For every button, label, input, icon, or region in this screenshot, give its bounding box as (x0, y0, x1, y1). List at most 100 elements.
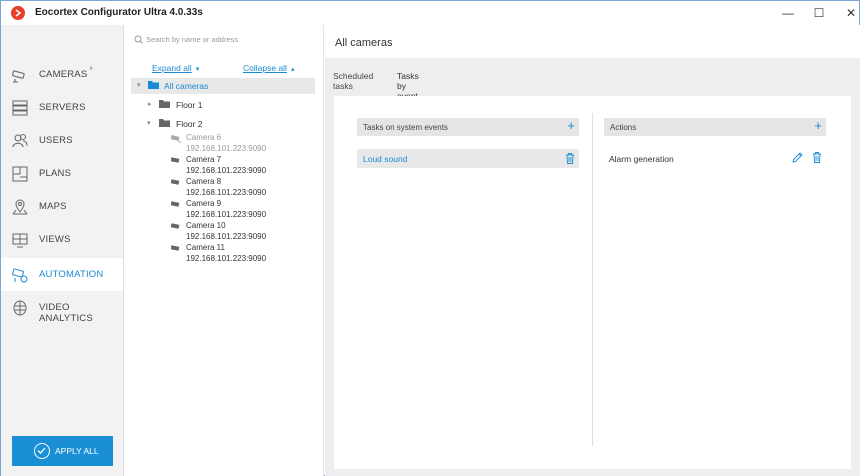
sidebar-item-label: VIDEO ANALYTICS (39, 302, 93, 324)
actions-panel-title: Actions (610, 123, 637, 132)
title-bar: Eocortex Configurator Ultra 4.0.33s — ☐ … (1, 1, 859, 25)
trash-icon[interactable] (565, 153, 575, 164)
camera-tree-panel: Expand all▾ Collapse all▴ ▾ All cameras … (124, 25, 324, 476)
camera-icon (11, 66, 29, 84)
tree-node-label: Floor 2 (176, 119, 203, 129)
add-task-button[interactable]: + (567, 118, 575, 133)
camera-name: Camera 6 (186, 133, 222, 142)
chevron-down-icon: ▾ (195, 66, 200, 73)
tasks-panel-title: Tasks on system events (363, 123, 448, 132)
sidebar-item-automation[interactable]: AUTOMATION (1, 258, 123, 291)
camera-icon (170, 245, 182, 255)
unsaved-badge: * (89, 65, 94, 75)
sidebar-item-cameras[interactable]: CAMERAS * (1, 58, 123, 91)
camera-disabled-icon (170, 134, 182, 145)
camera-icon (170, 201, 182, 211)
sidebar-item-label: VIEWS (39, 234, 71, 245)
search-box[interactable] (134, 35, 316, 49)
collapse-all-link[interactable]: Collapse all ▴ (243, 63, 294, 73)
camera-name: Camera 9 (186, 199, 222, 208)
tasks-panel-header: Tasks on system events + (357, 118, 579, 136)
camera-icon (170, 223, 182, 233)
main-header: All cameras (325, 25, 860, 58)
action-label: Alarm generation (609, 154, 674, 164)
camera-address: 192.168.101.223:9090 (186, 144, 267, 153)
sidebar-item-servers[interactable]: SERVERS (1, 91, 123, 124)
action-row[interactable]: Alarm generation (604, 149, 826, 168)
camera-address: 192.168.101.223:9090 (186, 232, 267, 241)
users-icon (11, 132, 29, 150)
tree-node-camera[interactable]: Camera 6 192.168.101.223:9090 (170, 133, 311, 157)
tree-node-camera[interactable]: Camera 7 192.168.101.223:9090 (170, 155, 311, 179)
sidebar-item-maps[interactable]: MAPS (1, 190, 123, 223)
sidebar-item-views[interactable]: VIEWS (1, 223, 123, 256)
close-button[interactable]: ✕ (834, 1, 860, 25)
sidebar-item-label: MAPS (39, 201, 67, 212)
camera-icon (170, 179, 182, 189)
sidebar: CAMERAS * SERVERS USERS PLANS MAPS VIEWS… (1, 25, 124, 476)
chevron-down-icon: ▾ (147, 120, 151, 127)
chevron-down-icon: ▾ (137, 82, 141, 89)
sidebar-item-label: SERVERS (39, 102, 86, 113)
tree-node-floor-2[interactable]: ▾ Floor 2 (146, 116, 306, 132)
brain-icon (11, 299, 29, 317)
close-icon: ✕ (845, 6, 857, 20)
tree-node-floor-1[interactable]: ▸ Floor 1 (146, 97, 306, 113)
tab-scheduled-tasks[interactable]: Scheduled tasks (333, 71, 373, 91)
automation-icon (11, 266, 29, 284)
search-input[interactable] (146, 35, 316, 44)
tree-node-all-cameras[interactable]: ▾ All cameras (131, 78, 315, 94)
expand-all-link[interactable]: Expand all ▾ (152, 63, 199, 73)
folder-icon (159, 100, 170, 108)
page-title: All cameras (335, 37, 393, 49)
camera-icon (170, 157, 182, 167)
task-label: Loud sound (363, 154, 408, 164)
views-icon (11, 231, 29, 249)
folder-icon (159, 119, 170, 127)
search-icon (134, 35, 143, 47)
trash-icon[interactable] (812, 152, 822, 163)
app-logo-icon (11, 6, 25, 20)
camera-address: 192.168.101.223:9090 (186, 210, 267, 219)
camera-name: Camera 7 (186, 155, 222, 164)
map-pin-icon (11, 198, 29, 216)
panel-divider (592, 113, 593, 446)
sidebar-item-label: AUTOMATION (39, 269, 104, 280)
minimize-icon: — (782, 6, 794, 20)
apply-all-button[interactable]: APPLY ALL (12, 436, 113, 466)
camera-address: 192.168.101.223:9090 (186, 166, 267, 175)
plans-icon (11, 165, 29, 183)
check-circle-icon (34, 443, 50, 459)
tree-actions: Expand all ▾ Collapse all ▴ (124, 61, 324, 75)
actions-panel-header: Actions + (604, 118, 826, 136)
maximize-button[interactable]: ☐ (802, 1, 836, 25)
tree-node-camera[interactable]: Camera 11 192.168.101.223:9090 (170, 243, 311, 267)
sidebar-item-plans[interactable]: PLANS (1, 157, 123, 190)
camera-name: Camera 11 (186, 243, 225, 252)
app-title: Eocortex Configurator Ultra 4.0.33s (35, 7, 203, 18)
sidebar-item-label: PLANS (39, 168, 72, 179)
sidebar-item-label: CAMERAS (39, 69, 88, 80)
sidebar-item-video-analytics[interactable]: VIDEO ANALYTICS (1, 291, 123, 324)
add-action-button[interactable]: + (814, 118, 822, 133)
sidebar-item-label: USERS (39, 135, 73, 146)
app-window: Eocortex Configurator Ultra 4.0.33s — ☐ … (0, 0, 860, 476)
chevron-up-icon: ▴ (290, 66, 295, 73)
task-row[interactable]: Loud sound (357, 149, 579, 168)
chevron-right-icon: ▸ (148, 101, 152, 108)
tree-node-camera[interactable]: Camera 9 192.168.101.223:9090 (170, 199, 311, 223)
tree-node-camera[interactable]: Camera 10 192.168.101.223:9090 (170, 221, 311, 245)
camera-name: Camera 8 (186, 177, 222, 186)
servers-icon (11, 99, 29, 117)
sidebar-item-users[interactable]: USERS (1, 124, 123, 157)
minimize-button[interactable]: — (771, 1, 805, 25)
main-content: All cameras Scheduled tasks Tasks by eve… (325, 25, 860, 476)
camera-address: 192.168.101.223:9090 (186, 188, 267, 197)
camera-address: 192.168.101.223:9090 (186, 254, 267, 263)
apply-all-label: APPLY ALL (55, 446, 99, 456)
tree-node-camera[interactable]: Camera 8 192.168.101.223:9090 (170, 177, 311, 201)
folder-icon (148, 81, 159, 89)
tasks-card: Tasks on system events + Loud sound Acti… (334, 96, 851, 469)
camera-name: Camera 10 (186, 221, 226, 230)
edit-pencil-icon[interactable] (792, 152, 803, 163)
